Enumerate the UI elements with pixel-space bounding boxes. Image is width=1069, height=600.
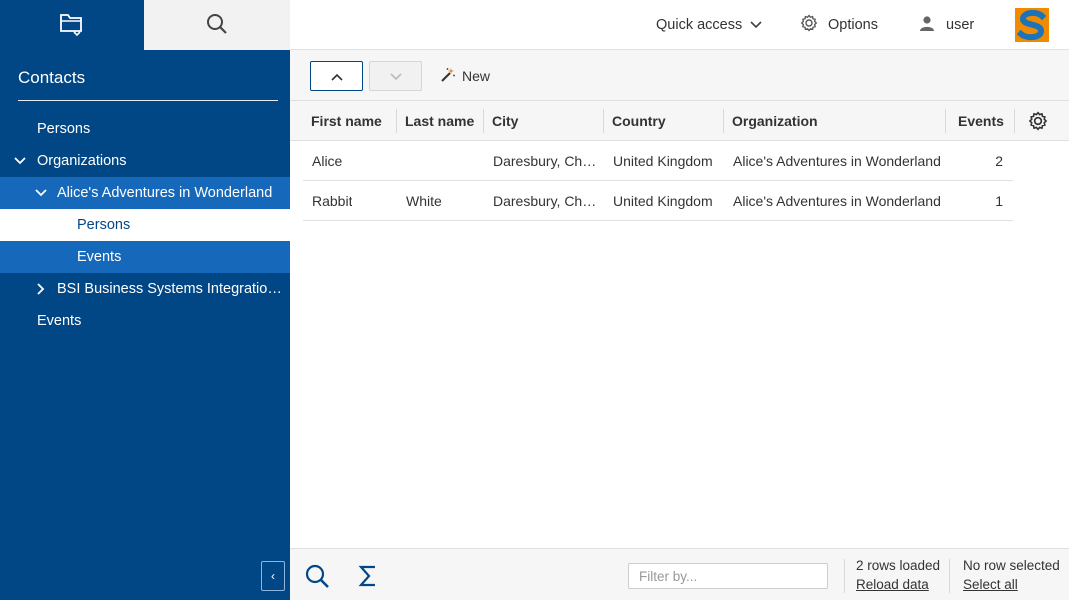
app-logo (1015, 8, 1049, 42)
column-divider[interactable] (723, 109, 724, 133)
collapse-sidebar-button[interactable]: ‹ (261, 561, 285, 591)
tree-node-label: Persons (77, 217, 131, 233)
chevron-down-icon[interactable] (13, 154, 27, 168)
cell-city: Daresbury, Cheshire (493, 193, 603, 209)
tree-node-label: Persons (37, 121, 91, 137)
sigma-icon[interactable] (358, 564, 378, 591)
footer-divider (844, 559, 845, 593)
search-icon (205, 12, 229, 39)
tree-node-org-persons[interactable]: Persons (0, 209, 290, 241)
cell-first-name: Alice (312, 153, 343, 169)
selection-status: No row selected (963, 558, 1060, 573)
tree-node-organizations[interactable]: Organizations (0, 145, 290, 177)
options-label: Options (828, 17, 878, 33)
column-divider[interactable] (1014, 109, 1015, 133)
table-row[interactable]: Alice Daresbury, Cheshire United Kingdom… (303, 141, 1013, 181)
tree-node-org-events[interactable]: Events (0, 241, 290, 273)
search-icon[interactable] (304, 563, 330, 592)
quick-access-label: Quick access (656, 17, 743, 33)
chevron-down-icon (750, 17, 762, 33)
new-button[interactable]: New (440, 61, 490, 91)
user-icon (919, 15, 935, 35)
column-header-events[interactable]: Events (958, 101, 1004, 141)
user-label: user (946, 17, 975, 33)
column-divider[interactable] (396, 109, 397, 133)
table-toolbar: New (290, 50, 1069, 101)
select-all-link[interactable]: Select all (963, 577, 1018, 592)
user-menu[interactable]: user (919, 0, 974, 50)
quick-access-menu[interactable]: Quick access (656, 0, 762, 50)
column-divider[interactable] (945, 109, 946, 133)
tree-node-bsi-business-systems[interactable]: BSI Business Systems Integration AG (0, 273, 290, 305)
reload-data-link[interactable]: Reload data (856, 577, 929, 592)
tree-node-label: Alice's Adventures in Wonderland (57, 185, 273, 201)
cell-events: 2 (995, 153, 1003, 169)
table-settings-gear-icon[interactable] (1028, 111, 1048, 131)
chevron-down-icon[interactable] (34, 186, 48, 200)
chevron-right-icon[interactable] (34, 282, 48, 296)
cell-country: United Kingdom (613, 153, 713, 169)
options-menu[interactable]: Options (800, 0, 878, 50)
chevron-up-icon (330, 68, 343, 84)
tree-node-label: Events (37, 313, 82, 329)
table-body: Alice Daresbury, Cheshire United Kingdom… (290, 141, 1069, 548)
column-header-last-name[interactable]: Last name (405, 101, 474, 141)
tree-node-label: Events (77, 249, 122, 265)
table-row[interactable]: Rabbit White Daresbury, Cheshire United … (303, 181, 1013, 221)
tree-node-alices-adventures[interactable]: Alice's Adventures in Wonderland (0, 177, 290, 209)
chevron-left-icon: ‹ (271, 569, 275, 583)
sidebar-tabs (0, 0, 290, 50)
outline-title-divider (18, 100, 278, 101)
tab-search[interactable] (144, 0, 290, 50)
table-footer: 2 rows loaded Reload data No row selecte… (290, 548, 1069, 600)
new-label: New (462, 68, 491, 84)
sidebar: Contacts Persons Organizations Alice's Adv… (0, 0, 290, 600)
tab-outline[interactable] (0, 0, 144, 50)
tree-node-label: BSI Business Systems Integration AG (57, 281, 288, 297)
column-header-first-name[interactable]: First name (311, 101, 382, 141)
tree-node-events[interactable]: Events (0, 305, 290, 337)
column-header-country[interactable]: Country (612, 101, 666, 141)
magic-wand-icon (440, 67, 456, 86)
tree-node-label: Organizations (37, 153, 127, 169)
cell-city: Daresbury, Cheshire (493, 153, 603, 169)
navigate-up-button[interactable] (310, 61, 363, 91)
rows-loaded-status: 2 rows loaded (856, 558, 941, 573)
footer-divider (949, 559, 950, 593)
gear-icon (800, 14, 818, 36)
cell-first-name: Rabbit (312, 193, 353, 209)
tree-node-persons[interactable]: Persons (0, 113, 290, 145)
cell-events: 1 (995, 193, 1003, 209)
cell-last-name: White (406, 193, 442, 209)
column-divider[interactable] (603, 109, 604, 133)
cell-country: United Kingdom (613, 193, 713, 209)
folder-icon (58, 11, 86, 40)
chevron-down-icon (389, 68, 402, 84)
cell-organization: Alice's Adventures in Wonderland (733, 153, 941, 169)
filter-input[interactable] (628, 563, 828, 589)
cell-last-name (406, 141, 490, 181)
column-header-organization[interactable]: Organization (732, 101, 818, 141)
cell-organization: Alice's Adventures in Wonderland (733, 193, 941, 209)
outline-title: Contacts (18, 68, 86, 87)
navigate-down-button[interactable] (369, 61, 422, 91)
column-header-city[interactable]: City (492, 101, 518, 141)
table-header: First name Last name City Country Organi… (290, 101, 1069, 141)
column-divider[interactable] (483, 109, 484, 133)
header: Quick access Options user (290, 0, 1069, 50)
